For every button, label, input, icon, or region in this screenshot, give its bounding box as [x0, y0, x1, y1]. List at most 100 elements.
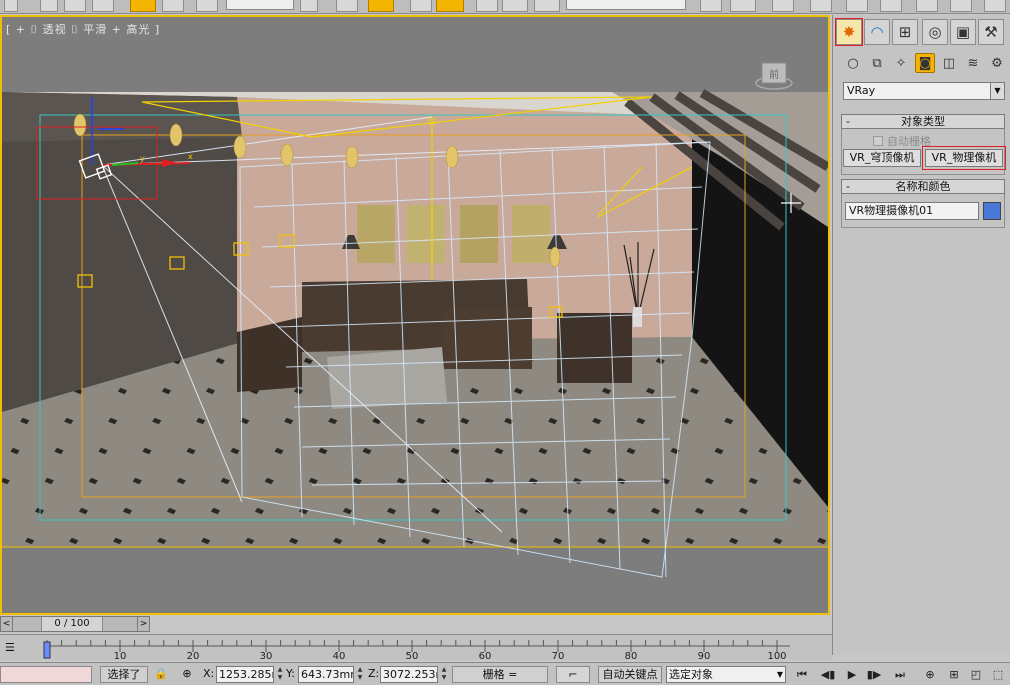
spinner-snap-button[interactable]	[502, 0, 528, 12]
next-frame-icon[interactable]: ▮▶	[864, 666, 884, 683]
hierarchy-icon: ⊞	[898, 23, 912, 41]
modify-tab[interactable]: ◠	[864, 19, 890, 45]
track-tick-label: 10	[114, 651, 127, 661]
camera-category-value: VRay	[847, 84, 876, 97]
y-spinner[interactable]: ▲ ▼	[356, 666, 364, 683]
x-spinner[interactable]: ▲ ▼	[276, 666, 284, 683]
shapes-subtab[interactable]: ⧉	[867, 53, 887, 73]
next-frame-arrow[interactable]: >	[137, 617, 149, 631]
lights-subtab[interactable]: ✧	[891, 53, 911, 73]
key-icon[interactable]: ⌐	[556, 666, 590, 683]
angle-snap-button[interactable]	[436, 0, 464, 12]
absolute-mode-icon[interactable]: ⊕	[178, 666, 196, 683]
selection-lock-icon[interactable]: 🔒	[153, 666, 169, 683]
auto-grid-label: 自动栅格	[887, 135, 931, 148]
sphere-icon: ○	[847, 55, 859, 71]
main-toolbar	[0, 0, 1010, 14]
render-setup-button[interactable]	[916, 0, 938, 12]
select-arrow-button[interactable]	[4, 0, 18, 12]
camera-category-dropdown[interactable]: VRay ▼	[843, 82, 1005, 100]
render-production-button[interactable]	[984, 0, 1006, 12]
x-coordinate-input[interactable]: 1253.285m	[216, 666, 274, 683]
z-spinner[interactable]: ▲ ▼	[440, 666, 448, 683]
edit-named-selection-button[interactable]	[534, 0, 560, 12]
viewcube-icon[interactable]: 前	[754, 57, 794, 91]
name-color-title: 名称和颜色	[895, 180, 951, 193]
select-rotate-button[interactable]	[162, 0, 184, 12]
object-type-rollout-header[interactable]: - 对象类型	[841, 114, 1005, 129]
viewport-label[interactable]: [ + ⌷ 透视 ⌷ 平滑 + 高光 ]	[6, 21, 160, 37]
create-tab[interactable]: ✸	[835, 18, 863, 46]
utilities-tab[interactable]: ⚒	[978, 19, 1004, 45]
auto-grid-checkbox[interactable]: 自动栅格	[873, 133, 931, 149]
manipulate-button[interactable]	[336, 0, 358, 12]
svg-text:y: y	[140, 154, 145, 163]
motion-tab[interactable]: ◎	[922, 19, 948, 45]
display-icon: ▣	[955, 23, 971, 41]
cameras-subtab[interactable]: ◙	[915, 53, 935, 73]
command-panel: ✸ ◠ ⊞ ◎ ▣ ⚒ ○ ⧉ ✧ ◙ ◫ ≋ ⚙ VRay ▼ - 对象类型 …	[832, 15, 1010, 655]
auto-key-button[interactable]: 自动关键点	[598, 666, 662, 683]
vr-dome-camera-button[interactable]: VR_穹顶像机	[843, 149, 921, 167]
reference-coordinate-dropdown[interactable]	[226, 0, 294, 10]
selection-region-button[interactable]	[64, 0, 86, 12]
shapes-icon: ⧉	[872, 55, 882, 71]
zoom-extents-icon[interactable]: ⊞	[944, 666, 964, 683]
helpers-subtab[interactable]: ◫	[939, 53, 959, 73]
key-filter-dropdown[interactable]: 选定对象 ▼	[666, 666, 786, 683]
curve-editor-button[interactable]	[810, 0, 832, 12]
time-slider[interactable]: < 0 / 100 >	[0, 616, 150, 632]
previous-frame-icon[interactable]: ◀▮	[818, 666, 838, 683]
spacewarps-subtab[interactable]: ≋	[963, 53, 983, 73]
align-button[interactable]	[730, 0, 756, 12]
percent-snap-button[interactable]	[476, 0, 498, 12]
track-tick-label: 90	[698, 651, 711, 661]
systems-subtab[interactable]: ⚙	[987, 53, 1007, 73]
collapse-icon: -	[846, 115, 850, 128]
current-frame-marker[interactable]	[43, 641, 51, 659]
maxscript-listener-mini[interactable]	[0, 666, 92, 683]
viewcube-face-label: 前	[769, 68, 779, 81]
track-tick-label: 60	[479, 651, 492, 661]
keyboard-shortcut-override-button[interactable]	[368, 0, 394, 12]
geometry-subtab[interactable]: ○	[843, 53, 863, 73]
play-icon[interactable]: ▶	[842, 666, 862, 683]
y-coordinate-input[interactable]: 643.73mm	[298, 666, 354, 683]
zoom-icon[interactable]: ⊕	[920, 666, 940, 683]
create-icon: ✸	[842, 23, 856, 41]
snap-toggle-button[interactable]	[410, 0, 432, 12]
go-to-end-icon[interactable]: ⏭	[890, 666, 910, 683]
modify-icon: ◠	[870, 23, 884, 41]
object-name-input[interactable]: VR物理摄像机01	[845, 202, 979, 220]
named-selection-dropdown[interactable]	[566, 0, 686, 10]
rendered-frame-window-button[interactable]	[950, 0, 972, 12]
motion-icon: ◎	[928, 23, 942, 41]
select-move-button[interactable]	[130, 0, 156, 12]
object-color-swatch[interactable]	[983, 202, 1001, 220]
chevron-down-icon: ▼	[990, 83, 1004, 99]
hierarchy-tab[interactable]: ⊞	[892, 19, 918, 45]
maximize-viewport-icon[interactable]: ⬚	[988, 666, 1008, 683]
frame-readout[interactable]: 0 / 100	[41, 617, 103, 631]
track-tick-label: 70	[552, 651, 565, 661]
checkbox-icon	[873, 136, 883, 146]
key-filter-value: 选定对象	[669, 668, 713, 681]
track-bar[interactable]: ☰ 10 20 30 40 50 60 70 80 90 100	[0, 634, 832, 661]
field-of-view-icon[interactable]: ◰	[966, 666, 986, 683]
schematic-view-button[interactable]	[846, 0, 868, 12]
prev-frame-arrow[interactable]: <	[1, 617, 13, 631]
window-crossing-button[interactable]	[92, 0, 114, 12]
go-to-start-icon[interactable]: ⏮	[792, 666, 812, 683]
select-object-button[interactable]	[40, 0, 58, 12]
display-tab[interactable]: ▣	[950, 19, 976, 45]
material-editor-button[interactable]	[880, 0, 902, 12]
select-scale-button[interactable]	[196, 0, 218, 12]
pivot-button[interactable]	[300, 0, 318, 12]
mirror-button[interactable]	[700, 0, 722, 12]
camera-icon: ◙	[918, 55, 932, 71]
z-coordinate-input[interactable]: 3072.253m	[380, 666, 438, 683]
vr-physical-camera-button[interactable]: VR_物理像机	[922, 146, 1006, 170]
layer-manager-button[interactable]	[772, 0, 794, 12]
name-color-rollout-header[interactable]: - 名称和颜色	[841, 179, 1005, 194]
perspective-viewport[interactable]: y x 前 [ + ⌷ 透视 ⌷ 平滑 + 高光 ]	[0, 15, 830, 615]
